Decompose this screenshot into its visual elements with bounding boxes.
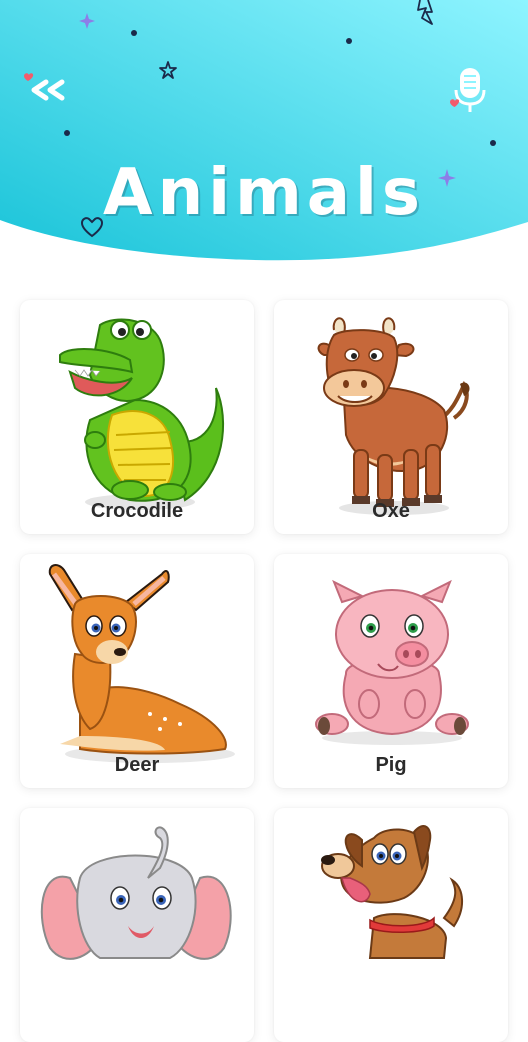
animal-card-crocodile[interactable]: Crocodile — [20, 300, 254, 534]
crocodile-illustration — [59, 318, 225, 510]
animal-card-dog[interactable] — [274, 808, 508, 1042]
dot-icon — [64, 130, 70, 136]
animal-card-pig[interactable]: Pig — [274, 554, 508, 788]
ox-illustration — [317, 317, 470, 515]
dot-icon — [490, 140, 496, 146]
dog-illustration — [321, 825, 463, 959]
animal-card-elephant[interactable] — [20, 808, 254, 1042]
microphone-button[interactable] — [446, 64, 492, 116]
microphone-icon — [450, 68, 486, 112]
back-button[interactable] — [18, 70, 70, 110]
elephant-illustration — [40, 826, 232, 960]
lightning-icon — [417, 0, 433, 25]
dot-icon — [131, 30, 137, 36]
header: Animals — [0, 0, 528, 265]
animal-card-deer[interactable]: Deer — [20, 554, 254, 788]
double-chevron-left-icon — [24, 73, 65, 101]
pig-illustration — [315, 579, 469, 745]
deer-illustration — [48, 564, 235, 763]
animal-label: Crocodile — [90, 500, 184, 522]
dot-icon — [346, 38, 352, 44]
page-title: Animals — [103, 156, 425, 230]
animal-card-oxe[interactable]: Oxe — [274, 300, 508, 534]
star-icon — [159, 61, 177, 79]
sparkle-icon — [79, 13, 95, 29]
animal-label: Oxe — [372, 500, 410, 522]
animal-label: Deer — [114, 754, 160, 776]
animal-label: Pig — [375, 754, 407, 776]
